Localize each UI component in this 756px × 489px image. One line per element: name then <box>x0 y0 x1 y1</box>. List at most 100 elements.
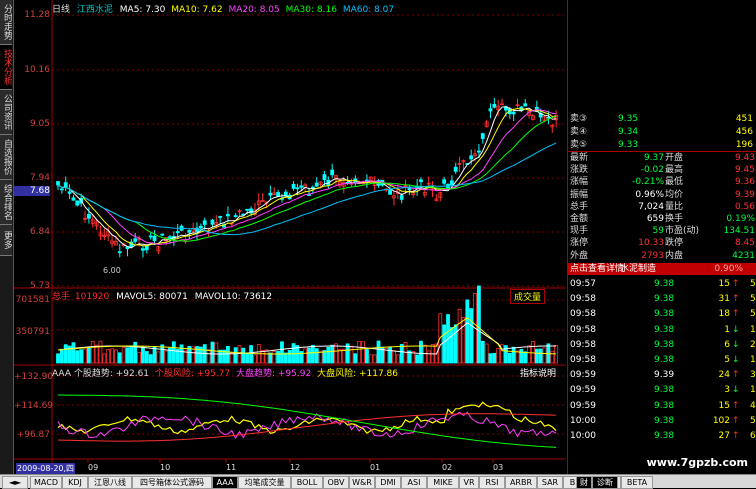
stat-label: 涨跌 <box>570 165 589 176</box>
volume-indicator-tag[interactable]: 成交量 <box>510 289 546 304</box>
price-tick: 9.05 <box>29 119 50 129</box>
indicator-tab[interactable]: ASI <box>401 476 427 489</box>
volume-bar <box>361 341 365 364</box>
candle-body <box>56 181 60 186</box>
tick-price: 9.39 <box>654 370 675 381</box>
tick-up-icon: ↑ <box>732 309 740 320</box>
volume-bar <box>117 352 122 364</box>
side-tab-realtime[interactable]: 分时走势 <box>0 0 12 45</box>
side-tab-ranking[interactable]: 综合排名 <box>0 180 12 225</box>
stat-value: 134.51 <box>723 226 756 237</box>
volume-bar <box>488 353 493 364</box>
candle-body <box>148 235 153 238</box>
stat-row: 外盘 2793 内盘 4231 <box>568 250 756 262</box>
volume-bar <box>442 324 447 364</box>
volume-bar <box>303 348 308 364</box>
indicator-tab[interactable]: ARBR <box>505 476 537 489</box>
volume-title: 总手 <box>52 292 71 302</box>
candle-body <box>449 180 454 186</box>
candle-body <box>152 235 157 241</box>
volume-bar <box>310 344 315 364</box>
stat-row: 现手 59 市盈(动) 134.51 <box>568 225 756 237</box>
tab-scroll-icon[interactable]: ◄► <box>2 476 28 489</box>
volume-bar <box>492 352 497 364</box>
indicator-tab[interactable]: MACD <box>30 476 62 489</box>
stat-row: 涨幅 -0.21% 最低 9.36 <box>568 176 756 188</box>
volume-bar <box>341 348 346 364</box>
moving-average-line <box>57 142 557 236</box>
indicator-tab[interactable]: BOLL <box>291 476 323 489</box>
candle-body <box>399 195 404 200</box>
indicator-tab[interactable]: SAR <box>537 476 563 489</box>
volume-bar <box>326 346 331 364</box>
indicator-tab[interactable]: OBV <box>323 476 349 489</box>
volume-bar <box>511 346 516 364</box>
tick-row: 09:57 9.38 15 ↑ 5 <box>568 278 756 290</box>
indicator-tab[interactable]: BETA <box>621 476 653 489</box>
indicator-help-tag[interactable]: 指标说明 <box>520 366 556 379</box>
tick-time: 09:58 <box>570 339 596 350</box>
indicator-tab[interactable]: DMI <box>375 476 401 489</box>
volume-bar <box>461 317 466 364</box>
indicator-tab[interactable]: 均笔成交量 <box>238 476 291 489</box>
detail-bar: 点击查看详情 水泥制造 0.90% <box>568 263 756 275</box>
bottom-right-tab[interactable]: 财 <box>576 476 592 489</box>
side-tab-technical[interactable]: 技术分析 <box>0 45 12 90</box>
indicator-tab[interactable]: VR <box>459 476 479 489</box>
side-tab-more[interactable]: 更多 <box>0 225 12 256</box>
tick-count: 1 <box>750 355 756 365</box>
price-tick: 7.94 <box>29 173 50 183</box>
ma60-label: MA60: 8.07 <box>342 5 395 15</box>
indicator-tab[interactable]: RSI <box>479 476 505 489</box>
indicator-tab[interactable]: KDJ <box>62 476 88 489</box>
volume-bar <box>179 344 184 364</box>
volume-header: 总手 101920 MAVOL5: 80071 MAVOL10: 73612 <box>52 289 272 302</box>
volume-bar <box>457 308 462 364</box>
indicator-line <box>58 394 557 448</box>
volume-bar <box>399 343 404 364</box>
volume-bar <box>419 340 423 364</box>
stat-label: 总手 <box>570 201 589 212</box>
detail-link[interactable]: 点击查看详情 <box>570 263 624 275</box>
indicator-tab[interactable]: W&R <box>349 476 375 489</box>
candle-body <box>330 169 335 176</box>
stat-label: 跌停 <box>665 238 684 249</box>
stat-label: 最新 <box>570 153 589 163</box>
tick-volume: 6 <box>724 339 730 350</box>
volume-bar <box>260 350 265 364</box>
price-tick: 10.16 <box>24 65 50 75</box>
volume-bar <box>63 344 68 364</box>
side-tab-company-info[interactable]: 公司资讯 <box>0 90 12 135</box>
tick-count: 5 <box>750 294 756 305</box>
volume-bar <box>129 345 134 364</box>
candle-body <box>245 208 250 211</box>
volume-bar <box>171 341 176 364</box>
stat-label: 换手 <box>665 214 684 224</box>
stat-value: 0.56 <box>734 201 755 212</box>
indicator-tab[interactable]: AAA <box>212 476 238 489</box>
indicator-tab[interactable]: 江恩八线 <box>88 476 132 489</box>
price-tick: 5.73 <box>29 281 50 291</box>
volume-bar <box>496 348 501 364</box>
tick-up-icon: ↑ <box>732 370 740 381</box>
tick-time: 09:58 <box>570 355 596 365</box>
volume-bar <box>280 341 284 364</box>
candle-body <box>86 214 91 219</box>
tick-count: 1 <box>750 385 756 396</box>
stat-label: 开盘 <box>665 153 684 163</box>
volume-bar <box>531 340 535 364</box>
volume-bar <box>480 340 485 364</box>
volume-bar <box>226 346 230 364</box>
tick-volume: 3 <box>724 385 730 396</box>
volume-bar <box>314 348 319 364</box>
side-tab-watchlist[interactable]: 自选报价 <box>0 135 12 180</box>
chart-canvas[interactable] <box>14 0 566 474</box>
stat-label: 均价 <box>665 189 684 200</box>
bottom-right-tab[interactable]: 诊断 <box>592 476 618 489</box>
indicator-tab[interactable]: 四号箱体公式源码 <box>132 476 212 489</box>
tick-volume: 24 <box>718 370 730 381</box>
volume-bar <box>276 351 281 364</box>
volume-bar <box>527 345 532 364</box>
indicator-tab[interactable]: MIKE <box>427 476 459 489</box>
stat-value: 0.19% <box>726 214 755 224</box>
